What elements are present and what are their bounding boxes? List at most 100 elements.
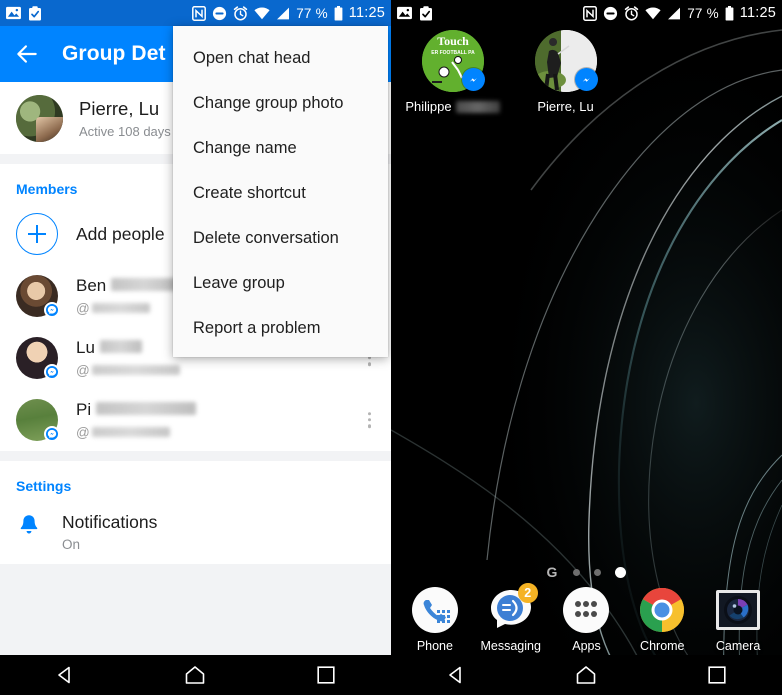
clock-label: 11:25 bbox=[348, 5, 385, 21]
redacted-block bbox=[91, 303, 150, 314]
notifications-text: Notifications On bbox=[62, 512, 157, 552]
member-name: Pi bbox=[76, 400, 197, 420]
google-search-glyph[interactable]: G bbox=[547, 564, 558, 580]
section-divider bbox=[0, 451, 391, 461]
dock-label: Messaging bbox=[480, 639, 541, 653]
home-nav-button[interactable] bbox=[558, 655, 614, 695]
messenger-badge-icon bbox=[574, 68, 598, 91]
menu-item-leave-group[interactable]: Leave group bbox=[173, 261, 388, 306]
plus-icon[interactable] bbox=[16, 213, 58, 255]
avatar[interactable] bbox=[16, 337, 60, 380]
svg-text:Touch: Touch bbox=[437, 34, 469, 48]
redacted-block bbox=[91, 365, 180, 376]
avatar[interactable] bbox=[16, 275, 60, 318]
member-text: Lu @ bbox=[76, 338, 180, 378]
camera-icon[interactable] bbox=[715, 587, 761, 633]
shortcut-icon[interactable] bbox=[534, 30, 598, 92]
menu-item-open-chat-head[interactable]: Open chat head bbox=[173, 36, 388, 81]
wifi-icon bbox=[254, 6, 270, 19]
member-row[interactable]: Pi @ bbox=[0, 389, 391, 451]
dock-label: Camera bbox=[715, 639, 761, 653]
home-screen-shortcuts: Touch ER FOOTBALL PA Philippe Pierre, Lu bbox=[391, 30, 782, 114]
wifi-icon bbox=[645, 6, 661, 19]
nfc-icon bbox=[583, 5, 598, 21]
settings-section-title: Settings bbox=[0, 461, 391, 500]
dock-label: Chrome bbox=[640, 639, 685, 653]
battery-icon bbox=[725, 5, 734, 20]
add-people-label: Add people bbox=[76, 223, 165, 244]
messenger-badge-icon bbox=[44, 426, 60, 442]
recents-nav-button[interactable] bbox=[689, 655, 745, 695]
page-title: Group Det bbox=[62, 42, 166, 65]
home-nav-button[interactable] bbox=[167, 655, 223, 695]
phone-icon[interactable] bbox=[411, 587, 458, 633]
notifications-value: On bbox=[62, 537, 81, 552]
app-drawer-icon[interactable] bbox=[563, 587, 610, 633]
messenger-badge-icon bbox=[44, 364, 60, 380]
back-nav-button[interactable] bbox=[428, 655, 484, 695]
dock-item-phone[interactable]: Phone bbox=[402, 587, 468, 653]
status-bar-notification-icons bbox=[397, 5, 433, 21]
redacted-block bbox=[455, 100, 500, 113]
shortcut-philippe[interactable]: Touch ER FOOTBALL PA Philippe bbox=[405, 30, 500, 114]
dock-item-camera[interactable]: Camera bbox=[705, 587, 771, 653]
back-arrow-icon[interactable] bbox=[14, 41, 40, 67]
dock-item-messaging[interactable]: 2 Messaging bbox=[478, 583, 544, 653]
messenger-badge-icon bbox=[461, 68, 485, 91]
messaging-icon[interactable]: 2 bbox=[488, 583, 538, 633]
menu-item-delete-conversation[interactable]: Delete conversation bbox=[173, 216, 388, 261]
member-text: Pi @ bbox=[76, 400, 197, 440]
do-not-disturb-icon bbox=[604, 6, 618, 20]
member-name: Ben bbox=[76, 276, 178, 296]
shortcut-pierre-lu[interactable]: Pierre, Lu bbox=[518, 30, 613, 114]
navigation-bar-left bbox=[0, 655, 391, 695]
redacted-block bbox=[111, 277, 178, 291]
nfc-icon bbox=[192, 5, 207, 21]
member-handle: @ bbox=[76, 425, 196, 440]
battery-percent-label: 77 % bbox=[687, 5, 719, 21]
avatar[interactable] bbox=[16, 399, 60, 442]
page-dot-1[interactable] bbox=[573, 568, 581, 576]
thread-name: Pierre, Lu bbox=[79, 98, 160, 120]
page-dot-2[interactable] bbox=[594, 568, 602, 576]
alarm-icon bbox=[625, 5, 639, 20]
page-indicator: G bbox=[391, 564, 782, 580]
redacted-block bbox=[99, 339, 142, 353]
dock-item-apps[interactable]: Apps bbox=[553, 587, 619, 653]
svg-text:ER FOOTBALL PA: ER FOOTBALL PA bbox=[431, 50, 475, 56]
overflow-popup-menu[interactable]: Open chat head Change group photo Change… bbox=[173, 26, 388, 357]
navigation-bar-right bbox=[391, 655, 782, 695]
member-overflow-menu-icon[interactable] bbox=[367, 412, 371, 428]
alarm-icon bbox=[234, 5, 248, 20]
image-icon bbox=[6, 6, 21, 20]
android-home-screen: 77 % 11:25 Touch ER FOOTBALL PA Philippe… bbox=[391, 0, 782, 695]
recents-nav-button[interactable] bbox=[298, 655, 354, 695]
shortcut-icon[interactable]: Touch ER FOOTBALL PA bbox=[421, 30, 485, 92]
battery-percent-label: 77 % bbox=[296, 5, 328, 21]
dock-label: Apps bbox=[572, 639, 601, 653]
menu-item-change-group-photo[interactable]: Change group photo bbox=[173, 81, 388, 126]
bell-icon bbox=[16, 512, 42, 538]
menu-item-report-a-problem[interactable]: Report a problem bbox=[173, 306, 388, 351]
clipboard-check-icon bbox=[420, 5, 432, 20]
signal-icon bbox=[277, 7, 290, 19]
back-nav-button[interactable] bbox=[37, 655, 93, 695]
member-text: Ben @ bbox=[76, 276, 178, 316]
group-avatar-photo-b bbox=[35, 117, 63, 142]
redacted-block bbox=[96, 401, 197, 415]
page-dot-3-active[interactable] bbox=[615, 566, 627, 578]
notifications-row[interactable]: Notifications On bbox=[0, 500, 391, 564]
status-bar-system-icons: 77 % 11:25 bbox=[192, 5, 385, 21]
dock-item-chrome[interactable]: Chrome bbox=[629, 587, 695, 653]
image-icon bbox=[397, 6, 412, 20]
chrome-icon[interactable] bbox=[639, 587, 685, 633]
status-bar-notification-icons bbox=[6, 5, 42, 21]
menu-item-change-name[interactable]: Change name bbox=[173, 126, 388, 171]
shortcut-label: Philippe bbox=[405, 99, 500, 114]
menu-item-create-shortcut[interactable]: Create shortcut bbox=[173, 171, 388, 216]
status-bar-left: 77 % 11:25 bbox=[0, 0, 391, 26]
group-avatar[interactable] bbox=[16, 94, 63, 142]
member-handle: @ bbox=[76, 363, 180, 378]
battery-icon bbox=[334, 5, 343, 20]
shortcut-label: Pierre, Lu bbox=[537, 99, 594, 114]
